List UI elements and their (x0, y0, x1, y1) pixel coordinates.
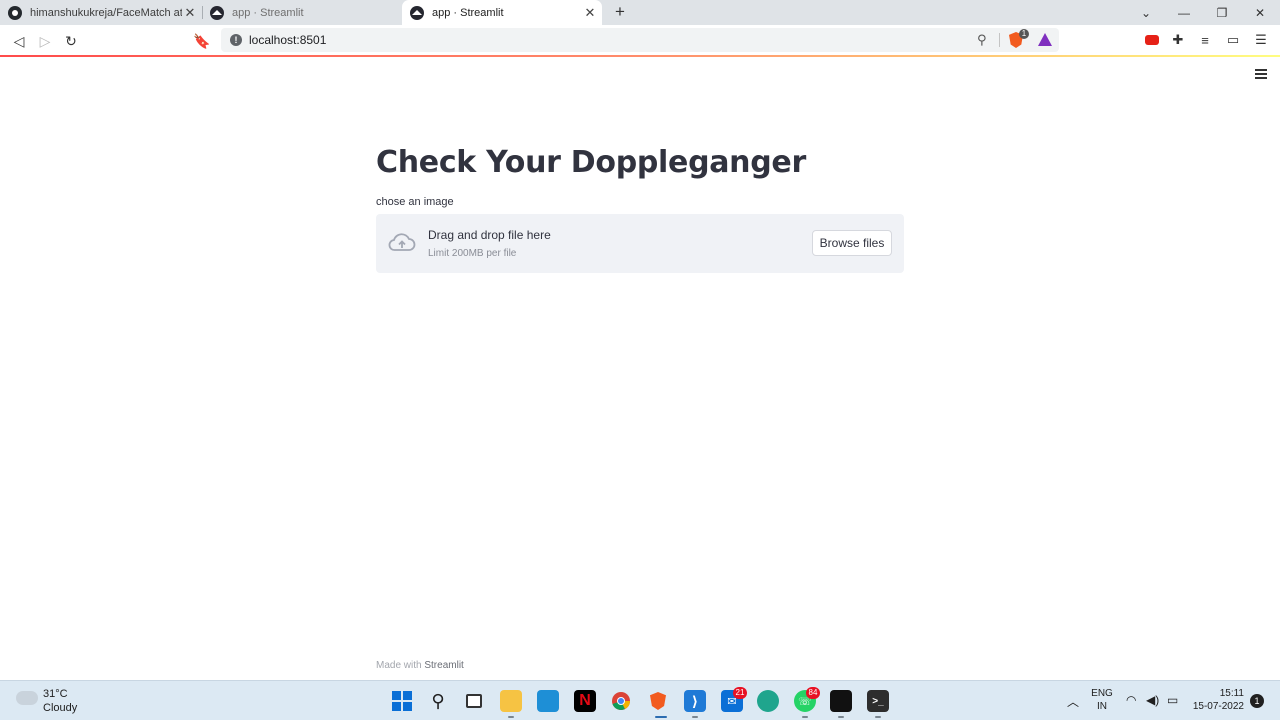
file-dropzone[interactable]: Drag and drop file here Limit 200MB per … (376, 214, 904, 273)
weather-description[interactable]: Cloudy (43, 702, 77, 714)
restore-icon[interactable]: ❐ (1203, 0, 1241, 25)
volume-icon[interactable]: ◀) (1146, 693, 1159, 707)
tab-streamlit-1[interactable]: app · Streamlit (202, 0, 400, 25)
zoom-icon[interactable]: ⚲ (977, 32, 987, 48)
back-icon[interactable]: ◁ (9, 31, 29, 51)
clock-date[interactable]: 15-07-2022 (1188, 701, 1244, 712)
wifi-icon[interactable]: ◠ (1126, 693, 1136, 707)
netflix-icon[interactable]: N (574, 690, 596, 712)
taskbar: 31°C Cloudy ⚲ N ⟩ ✉ 21 ☏ 84 >_ ︿ ENG IN … (0, 680, 1280, 720)
mail-badge: 21 (733, 687, 747, 699)
weather-temperature[interactable]: 31°C (43, 688, 68, 700)
footer-prefix: Made with (376, 660, 422, 671)
language-line2[interactable]: IN (1090, 701, 1114, 712)
notification-count[interactable]: 1 (1250, 694, 1264, 708)
url-text: localhost:8501 (249, 33, 327, 47)
vscode-icon[interactable]: ⟩ (684, 690, 706, 712)
uploader-label: chose an image (376, 196, 454, 208)
active-indicator (655, 716, 667, 718)
search-icon[interactable]: ⚲ (427, 690, 449, 712)
extensions-icon[interactable]: ✚ (1169, 31, 1187, 49)
edge-icon[interactable] (757, 690, 779, 712)
streamlit-icon (210, 5, 224, 20)
reload-icon[interactable]: ↻ (61, 31, 81, 51)
dropzone-limit: Limit 200MB per file (428, 248, 517, 259)
monitor-icon[interactable] (537, 690, 559, 712)
app-menu-icon[interactable] (1255, 69, 1267, 81)
divider (999, 33, 1000, 47)
running-indicator (692, 716, 698, 718)
browse-files-button[interactable]: Browse files (812, 230, 892, 256)
streamlit-link[interactable]: Streamlit (424, 660, 463, 671)
brave-rewards-icon[interactable] (1038, 33, 1052, 46)
file-explorer-icon[interactable] (500, 690, 522, 712)
tab-search-icon[interactable]: ⌄ (1127, 0, 1165, 25)
streamlit-header-decoration (0, 55, 1280, 57)
running-indicator (508, 716, 514, 718)
cloud-icon[interactable] (16, 691, 38, 705)
minimize-icon[interactable]: — (1165, 0, 1203, 25)
chevron-up-icon[interactable]: ︿ (1067, 693, 1079, 710)
playlist-icon[interactable]: ≡ (1196, 31, 1214, 49)
console-icon[interactable]: >_ (867, 690, 889, 712)
task-view-icon[interactable] (463, 690, 485, 712)
menu-icon[interactable]: ☰ (1252, 31, 1270, 49)
dropzone-instructions: Drag and drop file here (428, 228, 551, 242)
language-line1[interactable]: ENG (1090, 688, 1114, 699)
tab-title: himanshukukreja/FaceMatch at mai (30, 6, 182, 19)
tab-title: app · Streamlit (232, 6, 304, 19)
browser-toolbar: ◁ ▷ ↻ 🔖 ! localhost:8501 ⚲ 1 ✚ ≡ ▭ ☰ (0, 25, 1280, 56)
terminal-icon[interactable] (830, 690, 852, 712)
site-info-icon[interactable]: ! (230, 34, 242, 46)
running-indicator (802, 716, 808, 718)
close-tab-icon[interactable]: ✕ (182, 5, 198, 21)
tab-title: app · Streamlit (432, 6, 504, 19)
shields-badge: 1 (1019, 29, 1029, 39)
chrome-icon[interactable] (610, 690, 632, 712)
close-window-icon[interactable]: ✕ (1241, 0, 1279, 25)
page-title: Check Your Doppleganger (376, 145, 806, 180)
cloud-upload-icon (388, 233, 416, 251)
clock-time[interactable]: 15:11 (1214, 688, 1244, 699)
forward-icon[interactable]: ▷ (35, 31, 55, 51)
footer: Made with Streamlit (376, 660, 464, 671)
wallet-icon[interactable]: ▭ (1224, 31, 1242, 49)
main-content: Check Your Doppleganger chose an image D… (376, 140, 904, 273)
battery-icon[interactable]: ▭ (1167, 693, 1178, 707)
address-bar[interactable]: ! localhost:8501 ⚲ 1 (221, 28, 1059, 52)
start-icon[interactable] (391, 690, 413, 712)
new-tab-button[interactable]: + (611, 2, 629, 22)
brave-icon[interactable] (647, 690, 669, 712)
tab-strip: himanshukukreja/FaceMatch at mai ✕ app ·… (0, 0, 1280, 25)
running-indicator (875, 716, 881, 718)
whatsapp-badge: 84 (806, 687, 820, 699)
tab-streamlit-active[interactable]: app · Streamlit ✕ (402, 0, 602, 25)
running-indicator (838, 716, 844, 718)
tab-github[interactable]: himanshukukreja/FaceMatch at mai ✕ (0, 0, 202, 25)
youtube-extension-icon[interactable] (1143, 31, 1161, 49)
streamlit-icon (410, 5, 424, 20)
bookmark-icon[interactable]: 🔖 (192, 31, 212, 51)
github-icon (8, 5, 22, 20)
close-tab-icon[interactable]: ✕ (582, 5, 598, 21)
